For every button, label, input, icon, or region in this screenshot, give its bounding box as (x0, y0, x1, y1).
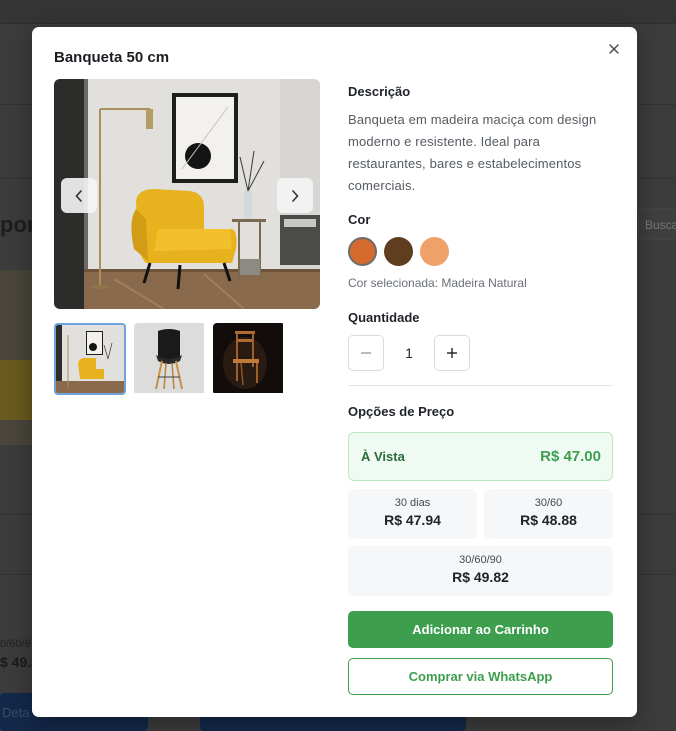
color-swatch-3[interactable] (420, 237, 449, 266)
backdrop-heading: por (0, 212, 36, 237)
description-text: Banqueta em madeira maciça com design mo… (348, 112, 597, 193)
close-icon (609, 44, 619, 54)
minus-icon (361, 352, 371, 354)
main-product-image (54, 79, 320, 309)
installment-label: 30/60 (534, 497, 563, 509)
selected-color-text: Cor selecionada: Madeira Natural (348, 276, 527, 290)
price-option-cash[interactable]: À Vista R$ 47.00 (348, 432, 613, 481)
prev-image-button[interactable] (61, 178, 97, 213)
color-swatch-2[interactable] (384, 237, 413, 266)
price-option-30[interactable]: 30 dias R$ 47.94 (348, 489, 477, 539)
chevron-right-icon (292, 189, 299, 202)
price-option-30-60-90[interactable]: 30/60/90 R$ 49.82 (348, 546, 613, 596)
thumbnail-wooden-chair[interactable] (213, 323, 285, 395)
backdrop-product-image (0, 270, 32, 445)
product-modal: Banqueta 50 cm Descrição Banqueta em mad… (32, 27, 637, 717)
thumbnail-image (213, 323, 283, 393)
description-heading: Descrição (348, 84, 411, 99)
quantity-heading: Quantidade (348, 310, 420, 325)
cash-price: R$ 47.00 (540, 448, 601, 465)
section-divider (348, 385, 613, 386)
whatsapp-buy-button[interactable]: Comprar via WhatsApp (348, 658, 613, 695)
installment-label: 30/60/90 (459, 554, 502, 566)
quantity-decrease-button[interactable] (348, 335, 384, 371)
backdrop-details-label: Deta (2, 705, 30, 720)
quantity-value[interactable]: 1 (384, 335, 434, 371)
price-option-30-60[interactable]: 30/60 R$ 48.88 (484, 489, 613, 539)
add-to-cart-button[interactable]: Adicionar ao Carrinho (348, 611, 613, 648)
thumbnail-image (56, 325, 124, 393)
cash-label: À Vista (361, 449, 405, 464)
chevron-left-icon (75, 189, 82, 202)
backdrop-installment-label: 0/60/9 (0, 638, 31, 650)
thumbnail-living-room[interactable] (54, 323, 126, 395)
close-button[interactable] (604, 39, 624, 59)
installment-price: R$ 49.82 (452, 569, 509, 585)
color-swatch-1[interactable] (348, 237, 377, 266)
thumbnail-strip (54, 323, 294, 395)
installment-label: 30 dias (394, 497, 431, 509)
plus-icon (447, 348, 457, 358)
color-heading: Cor (348, 212, 371, 227)
price-options-heading: Opções de Preço (348, 404, 455, 419)
installment-price: R$ 48.88 (520, 512, 577, 528)
modal-title: Banqueta 50 cm (54, 49, 170, 66)
quantity-increase-button[interactable] (434, 335, 470, 371)
backdrop-search-input: Busca (638, 208, 676, 240)
thumbnail-bar-stool[interactable] (134, 323, 206, 395)
thumbnail-image (134, 323, 204, 393)
installment-price: R$ 47.94 (384, 512, 441, 528)
next-image-button[interactable] (277, 178, 313, 213)
backdrop-header (0, 0, 676, 24)
